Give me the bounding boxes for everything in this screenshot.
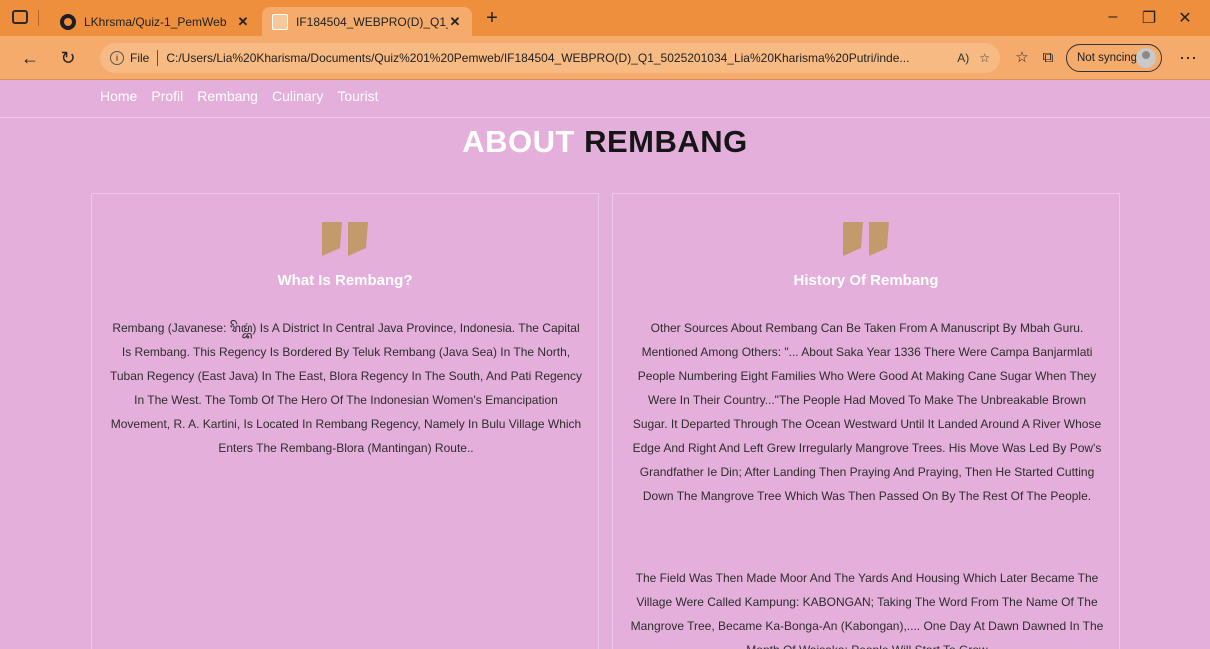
tab-title: LKhrsma/Quiz-1_PemWeb xyxy=(84,14,227,29)
quote-icon xyxy=(843,222,889,256)
address-bar[interactable]: i File C:/Users/Lia%20Kharisma/Documents… xyxy=(100,43,1000,73)
profile-avatar-icon xyxy=(1136,48,1156,68)
tab-github[interactable]: LKhrsma/Quiz-1_PemWeb ✕ xyxy=(50,7,260,36)
sync-label: Not syncing xyxy=(1077,52,1138,64)
card-paragraph: Rembang (Javanese: ꦫꦼꦩ꧀ꦧꦁ) Is A District… xyxy=(109,321,583,455)
collections-icon[interactable]: ⧉ xyxy=(1036,47,1060,69)
card-what-is-rembang: What Is Rembang? Rembang (Javanese: ꦫꦼꦩ꧀… xyxy=(91,193,599,649)
card-history-of-rembang: History Of Rembang Other Sources About R… xyxy=(612,193,1120,649)
nav-link-profil[interactable]: Profil xyxy=(151,88,183,104)
site-navbar: Home Profil Rembang Culinary Tourist xyxy=(0,80,1210,118)
close-window-icon[interactable]: ✕ xyxy=(1170,8,1200,28)
close-tab-icon[interactable]: ✕ xyxy=(448,14,462,30)
page-title: ABOUT REMBANG xyxy=(0,124,1210,160)
address-divider xyxy=(157,50,159,66)
github-icon xyxy=(60,13,76,30)
browser-tab-bar: LKhrsma/Quiz-1_PemWeb ✕ IF184504_WEBPRO(… xyxy=(0,0,1210,36)
card-paragraph: The Field Was Then Made Moor And The Yar… xyxy=(630,571,1104,649)
tab-actions-icon[interactable] xyxy=(12,10,28,24)
browser-toolbar: ← ↻ i File C:/Users/Lia%20Kharisma/Docum… xyxy=(0,36,1210,80)
tab-separator xyxy=(38,10,39,26)
refresh-icon[interactable]: ↻ xyxy=(56,47,80,69)
back-icon[interactable]: ← xyxy=(18,47,42,69)
card-title: What Is Rembang? xyxy=(277,272,413,289)
add-favorite-icon[interactable]: ☆ xyxy=(979,51,990,65)
protocol-label: File xyxy=(130,51,150,65)
card-title: History Of Rembang xyxy=(793,272,939,289)
url-text[interactable]: C:/Users/Lia%20Kharisma/Documents/Quiz%2… xyxy=(166,51,947,65)
restore-icon[interactable]: ❐ xyxy=(1134,8,1164,28)
quote-icon xyxy=(322,222,368,256)
new-tab-icon[interactable]: + xyxy=(480,7,504,29)
title-part-white: ABOUT xyxy=(462,124,575,159)
sync-button[interactable]: Not syncing xyxy=(1066,44,1162,72)
title-part-dark: REMBANG xyxy=(584,124,748,159)
tab-current-page[interactable]: IF184504_WEBPRO(D)_Q1_5025201034 ✕ xyxy=(262,7,472,36)
close-tab-icon[interactable]: ✕ xyxy=(236,14,250,30)
minimize-icon[interactable]: – xyxy=(1098,8,1128,26)
read-aloud-icon[interactable]: A) xyxy=(957,51,969,65)
tab-title: IF184504_WEBPRO(D)_Q1_5025201034 xyxy=(296,14,448,29)
more-menu-icon[interactable]: ⋯ xyxy=(1176,47,1200,69)
nav-link-culinary[interactable]: Culinary xyxy=(272,88,323,104)
page-icon xyxy=(272,13,288,30)
info-icon[interactable]: i xyxy=(110,51,124,65)
nav-link-tourist[interactable]: Tourist xyxy=(337,88,378,104)
nav-link-home[interactable]: Home xyxy=(100,88,137,104)
nav-link-rembang[interactable]: Rembang xyxy=(197,88,258,104)
card-paragraph: Other Sources About Rembang Can Be Taken… xyxy=(632,321,1102,503)
favorites-icon[interactable]: ☆ xyxy=(1010,47,1034,69)
